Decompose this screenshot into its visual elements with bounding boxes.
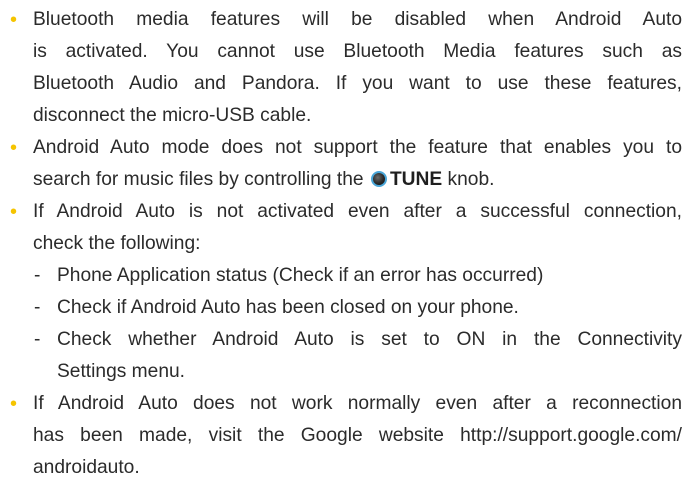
text-line: If Android Auto is not activated even af… xyxy=(33,201,682,222)
bullet-item-bluetooth-disabled: • Bluetooth media features will be disab… xyxy=(0,4,684,132)
text-line: is activated. You cannot use Bluetooth M… xyxy=(33,41,682,62)
text-fragment: knob. xyxy=(447,169,495,190)
bullet-dot: • xyxy=(10,393,18,415)
bullet-dot: • xyxy=(10,9,18,31)
text-line: Bluetooth media features will be disable… xyxy=(33,9,682,30)
text-line: Check if Android Auto has been closed on… xyxy=(57,297,519,318)
text-line: Settings menu. xyxy=(57,361,185,382)
sub-item-phone-status: - Phone Application status (Check if an … xyxy=(0,260,684,292)
bullet-dot: • xyxy=(10,137,18,159)
text-line-with-knob: search for music files by controlling th… xyxy=(33,164,682,196)
text-line: check the following: xyxy=(33,233,201,254)
text-line: Android Auto mode does not support the f… xyxy=(33,137,682,158)
text-line: Check whether Android Auto is set to ON … xyxy=(57,329,682,350)
dash-marker: - xyxy=(34,297,41,318)
text-line: Phone Application status (Check if an er… xyxy=(57,265,544,286)
text-line: androidauto. xyxy=(33,457,140,478)
text-fragment: search for music files by controlling th… xyxy=(33,169,364,190)
bullet-item-google-website: • If Android Auto does not work normally… xyxy=(0,388,684,484)
tune-label: TUNE xyxy=(389,169,443,190)
sub-item-closed-on-phone: - Check if Android Auto has been closed … xyxy=(0,292,684,324)
text-line: If Android Auto does not work normally e… xyxy=(33,393,682,414)
bullet-item-tune-search: • Android Auto mode does not support the… xyxy=(0,132,684,196)
bullet-dot: • xyxy=(10,201,18,223)
tune-knob-icon xyxy=(370,171,387,187)
text-line: has been made, visit the Google website … xyxy=(33,425,682,446)
text-line: disconnect the micro-USB cable. xyxy=(33,105,312,126)
sub-item-connectivity-settings: - Check whether Android Auto is set to O… xyxy=(0,324,684,388)
bullet-item-not-activated: • If Android Auto is not activated even … xyxy=(0,196,684,260)
dash-marker: - xyxy=(34,265,41,286)
document-page: • Bluetooth media features will be disab… xyxy=(0,0,684,481)
text-line: Bluetooth Audio and Pandora. If you want… xyxy=(33,73,682,94)
dash-marker: - xyxy=(34,329,41,350)
